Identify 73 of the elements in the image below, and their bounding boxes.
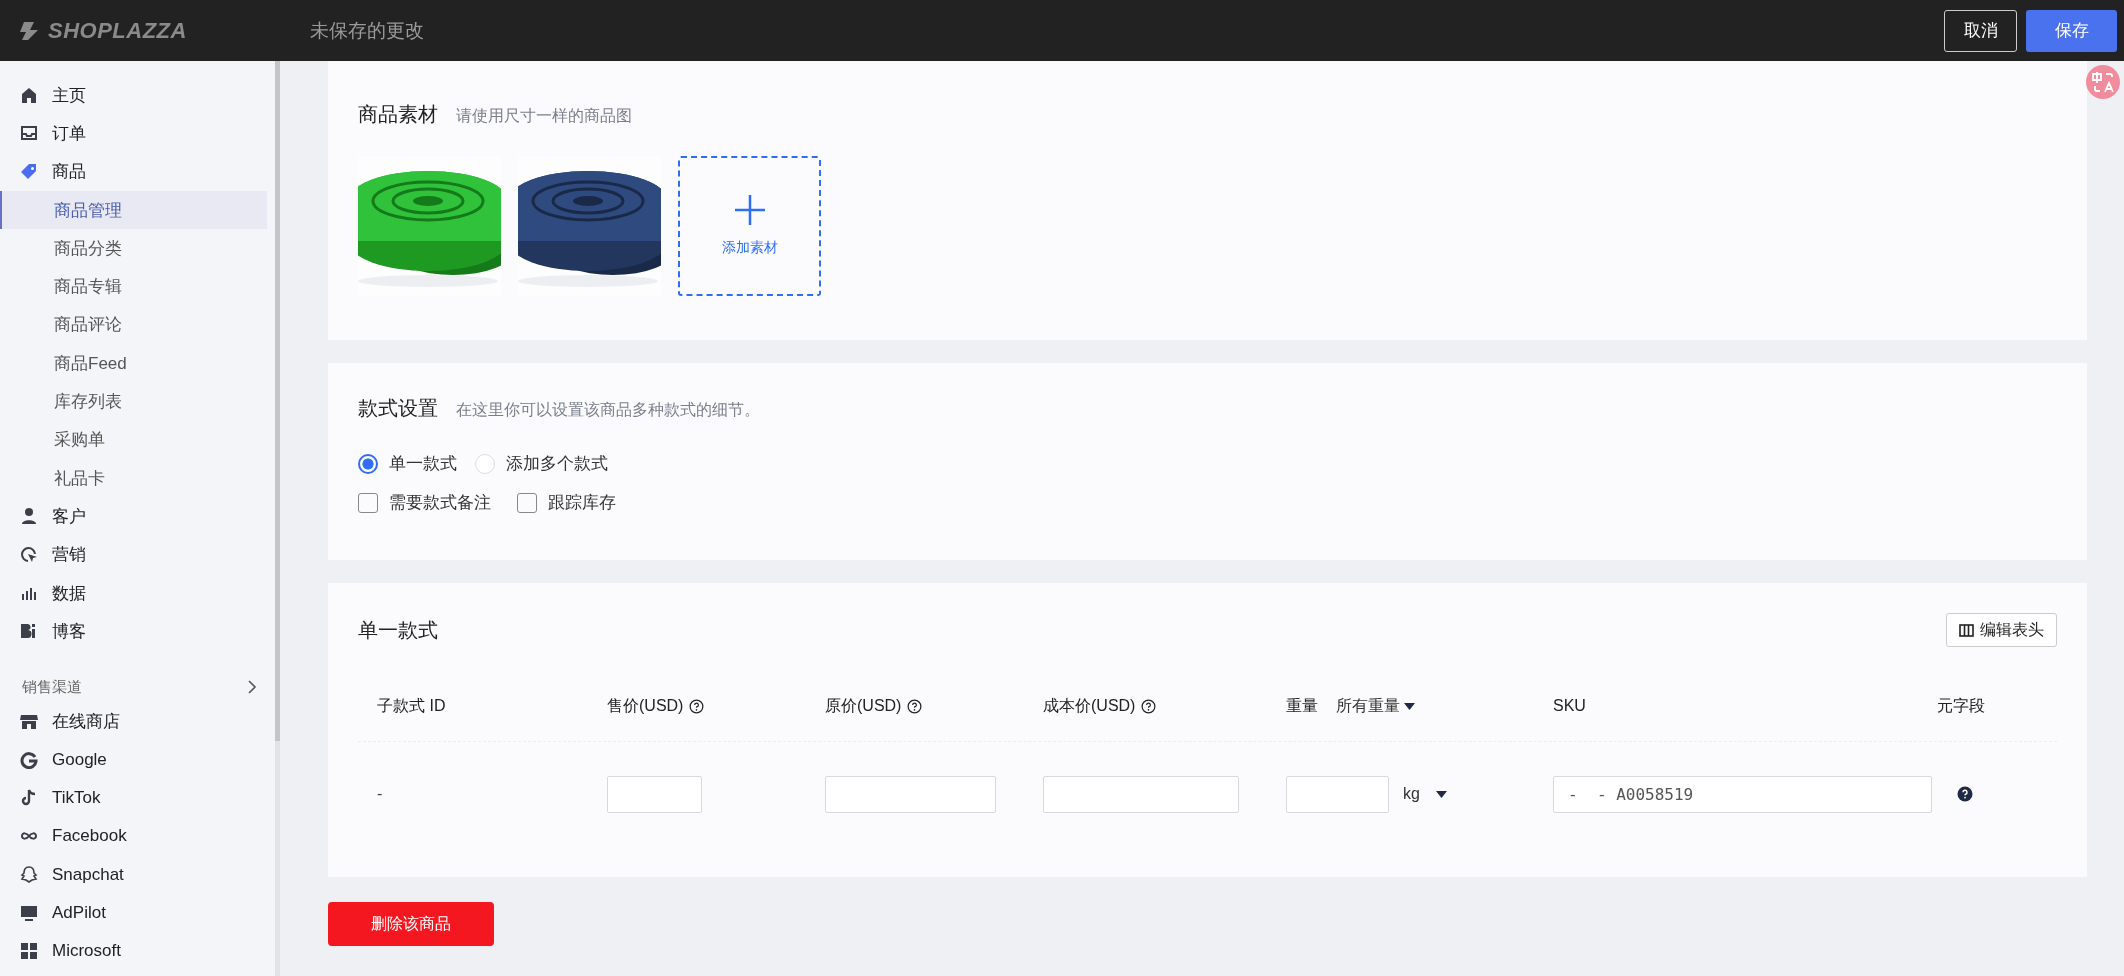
nav-item[interactable]: 数据 [0, 573, 275, 613]
caret-down-icon [1404, 702, 1415, 710]
column-header: 售价(USD) [607, 695, 684, 716]
input-field[interactable] [1043, 775, 1239, 813]
help-icon[interactable] [1957, 786, 1973, 802]
nav-subitem[interactable]: 采购单 [0, 420, 267, 459]
blog-icon [20, 622, 38, 641]
nav-item[interactable]: 商品 [0, 152, 275, 191]
channel-item[interactable]: Google [0, 740, 275, 780]
card-hint: 请使用尺寸一样的商品图 [456, 106, 632, 126]
column-header: 成本价(USD) [1043, 695, 1136, 716]
column-header: SKU [1553, 697, 1586, 715]
nav-subitem[interactable]: 商品评论 [0, 305, 267, 345]
channel-item[interactable]: Snapchat [0, 855, 275, 894]
unit-dropdown[interactable]: kg [1389, 785, 1447, 803]
tag-icon [20, 162, 38, 181]
nav-subitem[interactable]: 礼品卡 [0, 458, 267, 498]
nav-item[interactable]: 博客 [0, 612, 275, 651]
nav-item[interactable]: 客户 [0, 497, 275, 536]
nav-subitem[interactable]: 商品专辑 [0, 267, 267, 306]
store-icon [20, 712, 38, 731]
plus-icon [734, 195, 765, 225]
channel-item[interactable]: 在线商店 [0, 702, 275, 741]
checkbox-option[interactable]: 跟踪库存 [517, 491, 616, 514]
scrollbar-thumb[interactable] [275, 61, 280, 741]
add-media-button[interactable]: 添加素材 [678, 156, 821, 296]
column-header: 元字段 [1937, 695, 1985, 716]
help-icon[interactable] [1141, 698, 1157, 714]
edit-columns-button[interactable]: 编辑表头 [1946, 613, 2057, 647]
card-title: 款式设置 [358, 396, 438, 421]
weight-filter-dropdown[interactable]: 所有重量 [1324, 695, 1415, 717]
radio-option[interactable]: 单一款式 [358, 452, 457, 475]
home-icon [20, 86, 38, 105]
channel-item[interactable]: TikTok [0, 779, 275, 818]
checkbox-option[interactable]: 需要款式备注 [358, 491, 491, 514]
card-title: 商品素材 [358, 102, 438, 127]
channel-item[interactable]: Microsoft [0, 932, 275, 971]
help-icon[interactable] [689, 698, 705, 714]
nav-subitem[interactable]: 商品Feed [0, 344, 267, 383]
nav-subitem[interactable]: 库存列表 [0, 382, 267, 421]
input-field[interactable] [825, 775, 996, 813]
column-header: 子款式 ID [377, 695, 446, 716]
section-title: 销售渠道 [22, 677, 82, 697]
input-field[interactable] [607, 775, 702, 813]
card-title: 单一款式 [358, 617, 438, 643]
note-icon [20, 789, 38, 808]
unsaved-status: 未保存的更改 [310, 18, 424, 43]
channel-item[interactable]: AdPilot [0, 893, 275, 933]
caret-down-icon [1435, 790, 1447, 798]
nav-item[interactable]: 订单 [0, 114, 275, 153]
channel-item[interactable]: Facebook [0, 817, 275, 856]
table-cell: - [377, 785, 383, 803]
save-button[interactable]: 保存 [2026, 9, 2117, 52]
help-icon[interactable] [907, 698, 923, 714]
radio-option[interactable]: 添加多个款式 [475, 452, 608, 475]
nav-item[interactable]: 主页 [0, 76, 275, 115]
card-hint: 在这里你可以设置该商品多种款式的细节。 [456, 400, 760, 420]
logo-text: SHOPLAZZA [48, 17, 187, 44]
columns-icon [1959, 623, 1974, 637]
input-field[interactable] [1286, 775, 1389, 813]
nav-subitem[interactable]: 商品管理 [0, 190, 267, 230]
person-icon [20, 507, 38, 526]
inbox-icon [20, 124, 38, 143]
ghost-icon [20, 865, 38, 884]
column-header: 原价(USD) [825, 695, 902, 716]
delete-product-button[interactable]: 删除该商品 [328, 902, 494, 946]
input-field[interactable]: - - A0058519 [1553, 775, 1932, 813]
nav-item[interactable]: 营销 [0, 535, 275, 574]
target-icon [20, 545, 38, 564]
column-header: 重量 [1286, 695, 1318, 716]
nav-subitem[interactable]: 商品分类 [0, 229, 267, 268]
cancel-button[interactable]: 取消 [1944, 9, 2017, 52]
chevron-right-icon[interactable] [247, 680, 257, 695]
